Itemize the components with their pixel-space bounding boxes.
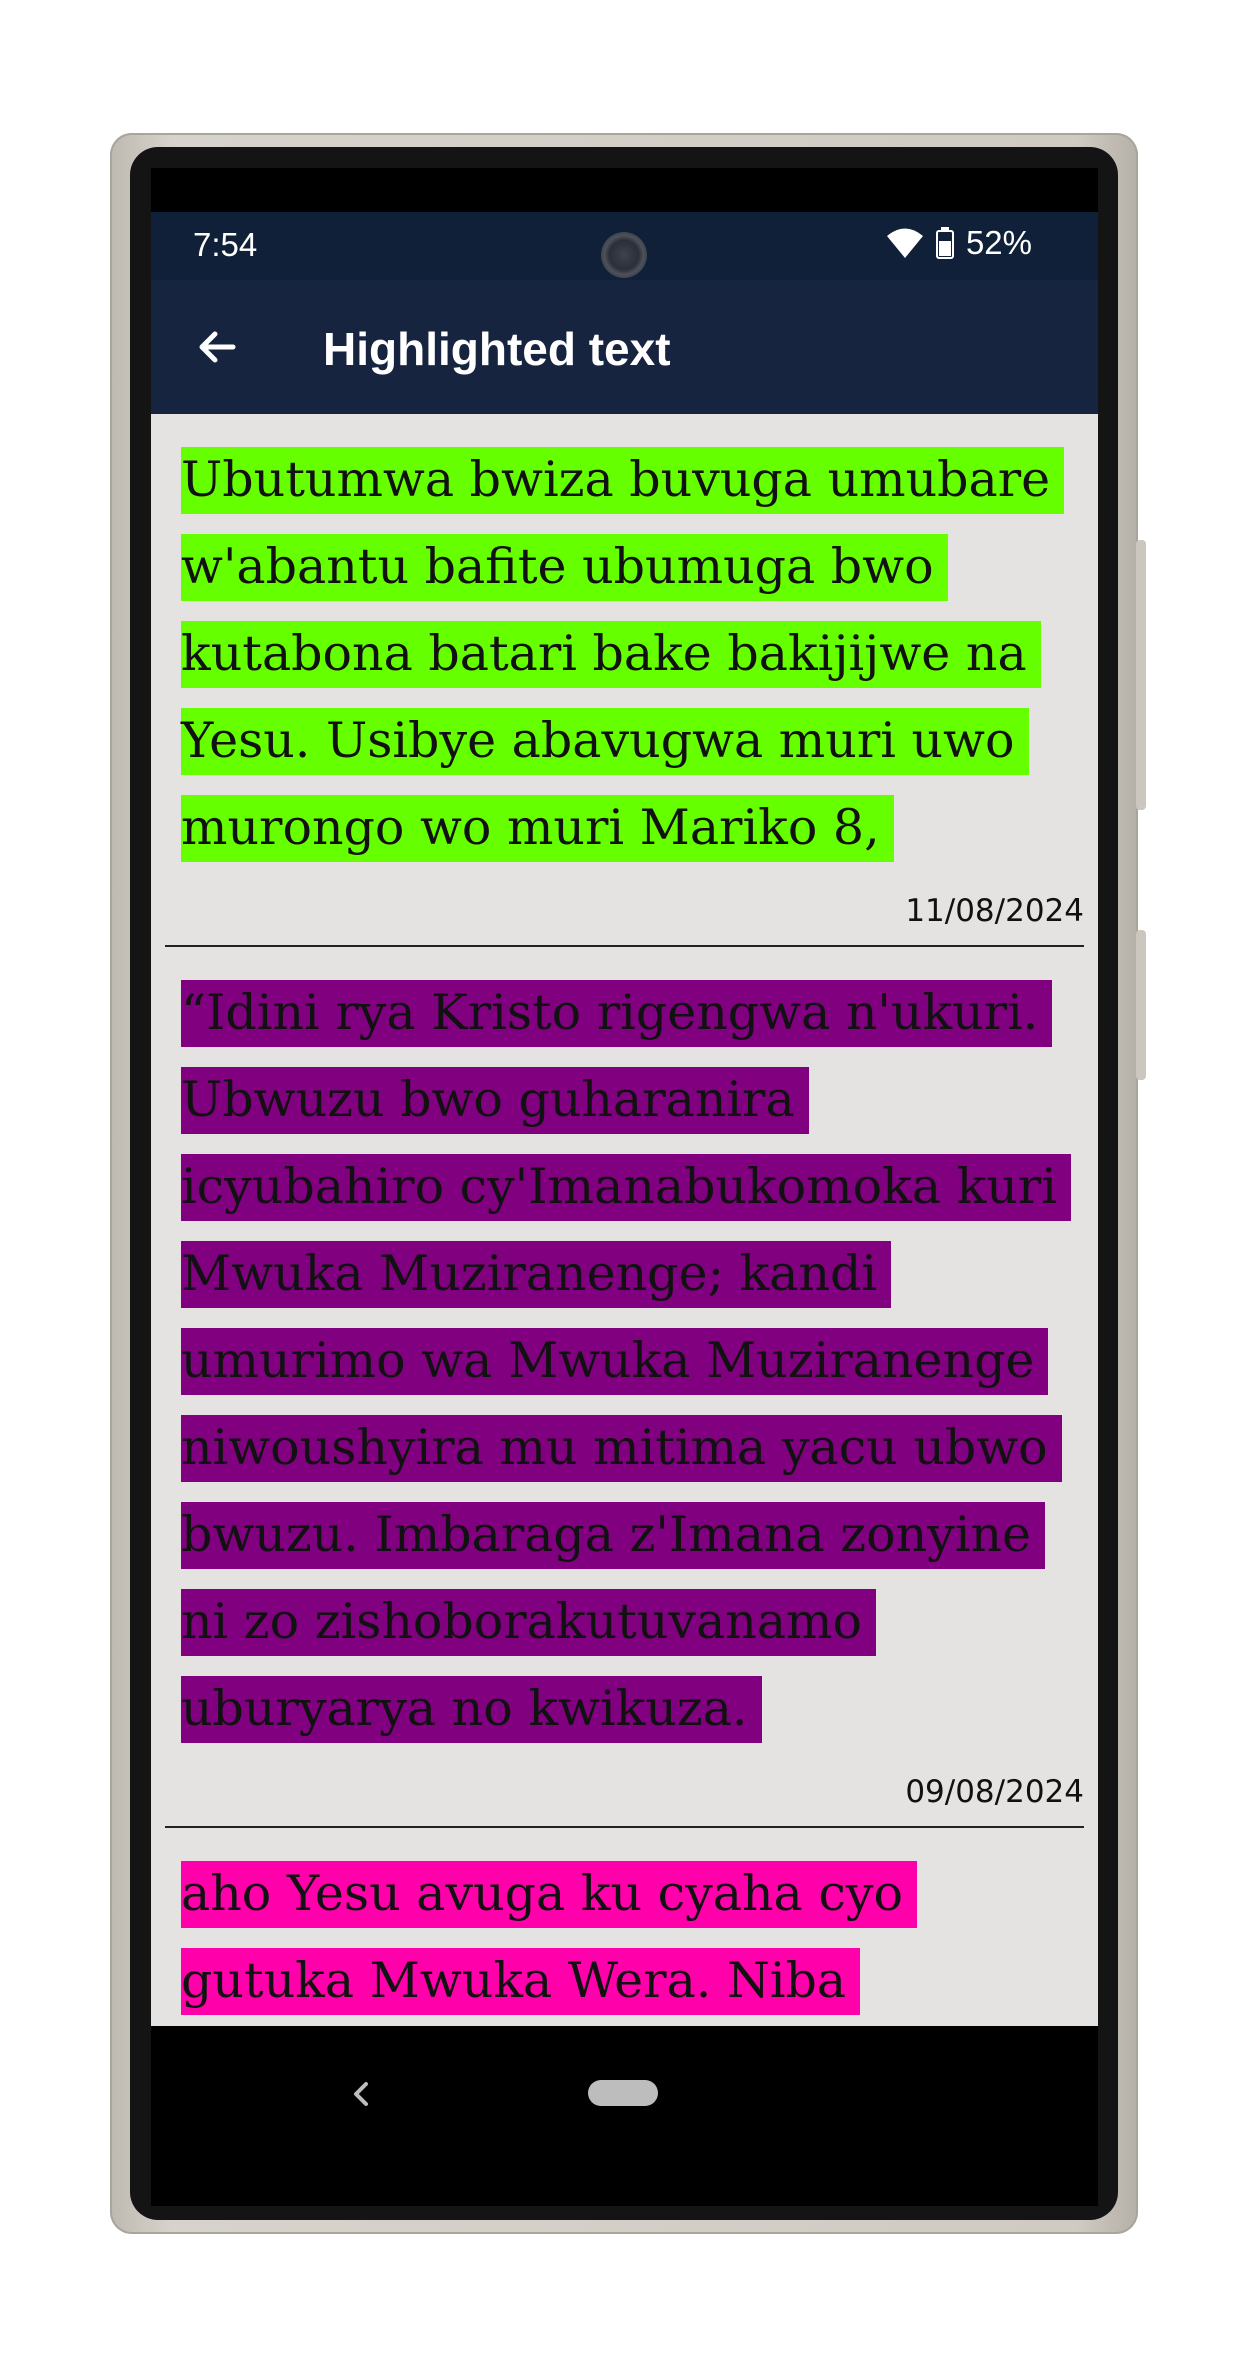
highlight-text[interactable]: “Idini rya Kristo rigengwa n'ukuri. Ubwu… [165,947,1084,1752]
volume-button [1136,540,1146,810]
page-title: Highlighted text [323,323,671,375]
highlighted-span: aho Yesu avuga ku cyaha cyo gutuka Mwuka… [181,1861,917,2026]
nav-home-pill[interactable] [588,2080,658,2106]
navigation-bar [151,2026,1098,2206]
back-arrow-icon[interactable] [193,322,243,372]
highlighted-span: Ubutumwa bwiza buvuga umubare w'abantu b… [181,447,1065,862]
highlight-text[interactable]: aho Yesu avuga ku cyaha cyo gutuka Mwuka… [165,1828,1084,2026]
highlight-entry[interactable]: aho Yesu avuga ku cyaha cyo gutuka Mwuka… [151,1828,1098,2026]
front-camera [601,232,647,278]
battery-percent: 52% [965,224,1032,261]
highlight-date: 11/08/2024 [905,893,1084,929]
highlighted-span: “Idini rya Kristo rigengwa n'ukuri. Ubwu… [181,980,1071,1743]
app-bar: Highlighted text [151,280,1098,414]
battery-icon [935,227,954,259]
status-time: 7:54 [193,226,258,263]
nav-back-icon[interactable] [341,2074,381,2114]
highlight-entry[interactable]: Ubutumwa bwiza buvuga umubare w'abantu b… [151,414,1098,947]
status-bar: 7:54 52% [151,212,1098,280]
highlight-date: 09/08/2024 [905,1774,1084,1810]
power-button [1136,930,1146,1080]
highlight-entry[interactable]: “Idini rya Kristo rigengwa n'ukuri. Ubwu… [151,947,1098,1828]
highlight-text[interactable]: Ubutumwa bwiza buvuga umubare w'abantu b… [165,414,1084,871]
highlight-list[interactable]: Ubutumwa bwiza buvuga umubare w'abantu b… [151,414,1098,2026]
status-indicators: 52% [886,224,1032,262]
phone-screen: 7:54 52% Highlighted text Ubutumwa bwiza… [151,168,1098,2206]
wifi-icon [886,228,923,258]
